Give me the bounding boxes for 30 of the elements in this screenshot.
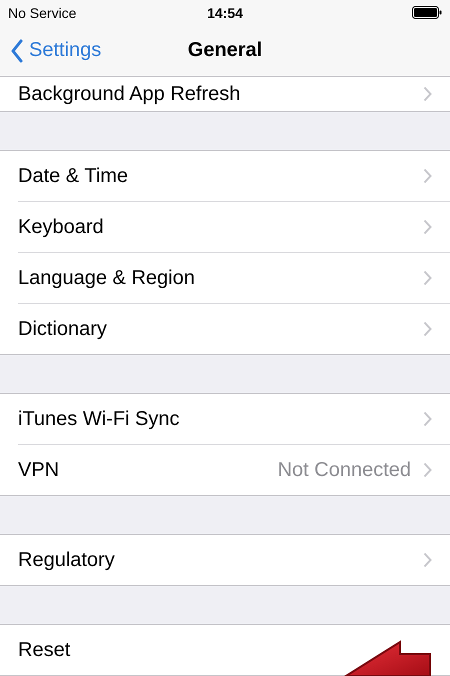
settings-row[interactable]: iTunes Wi-Fi Sync (18, 394, 450, 445)
row-label: Date & Time (18, 164, 128, 188)
row-label: Language & Region (18, 266, 195, 290)
chevron-icon (423, 219, 432, 235)
row-label: Reset (18, 638, 70, 662)
row-label: Background App Refresh (18, 82, 240, 106)
settings-row[interactable]: Language & Region (18, 253, 450, 304)
chevron-icon (423, 462, 432, 478)
row-value: Not Connected (278, 458, 411, 482)
row-label: Keyboard (18, 216, 104, 238)
chevron-icon (423, 552, 432, 568)
chevron-icon (423, 270, 432, 286)
chevron-icon (423, 168, 432, 184)
page-title: General (188, 39, 262, 62)
row-label: VPN (18, 458, 60, 482)
settings-row[interactable]: Dictionary (18, 304, 450, 354)
settings-row[interactable]: Date & Time (18, 151, 450, 202)
row-label: Dictionary (18, 318, 107, 340)
row-label: iTunes Wi-Fi Sync (18, 408, 180, 430)
chevron-icon (423, 86, 432, 102)
settings-row[interactable]: Keyboard (18, 202, 450, 253)
battery-icon (412, 6, 442, 19)
back-chevron-icon (10, 38, 24, 62)
row-label: Regulatory (18, 548, 115, 572)
chevron-icon (423, 411, 432, 427)
chevron-icon (423, 321, 432, 337)
clock-time: 14:54 (207, 4, 243, 20)
carrier-label: No Service (8, 4, 76, 20)
back-button[interactable]: Settings (0, 38, 102, 62)
settings-row[interactable]: VPN Not Connected (18, 445, 450, 495)
